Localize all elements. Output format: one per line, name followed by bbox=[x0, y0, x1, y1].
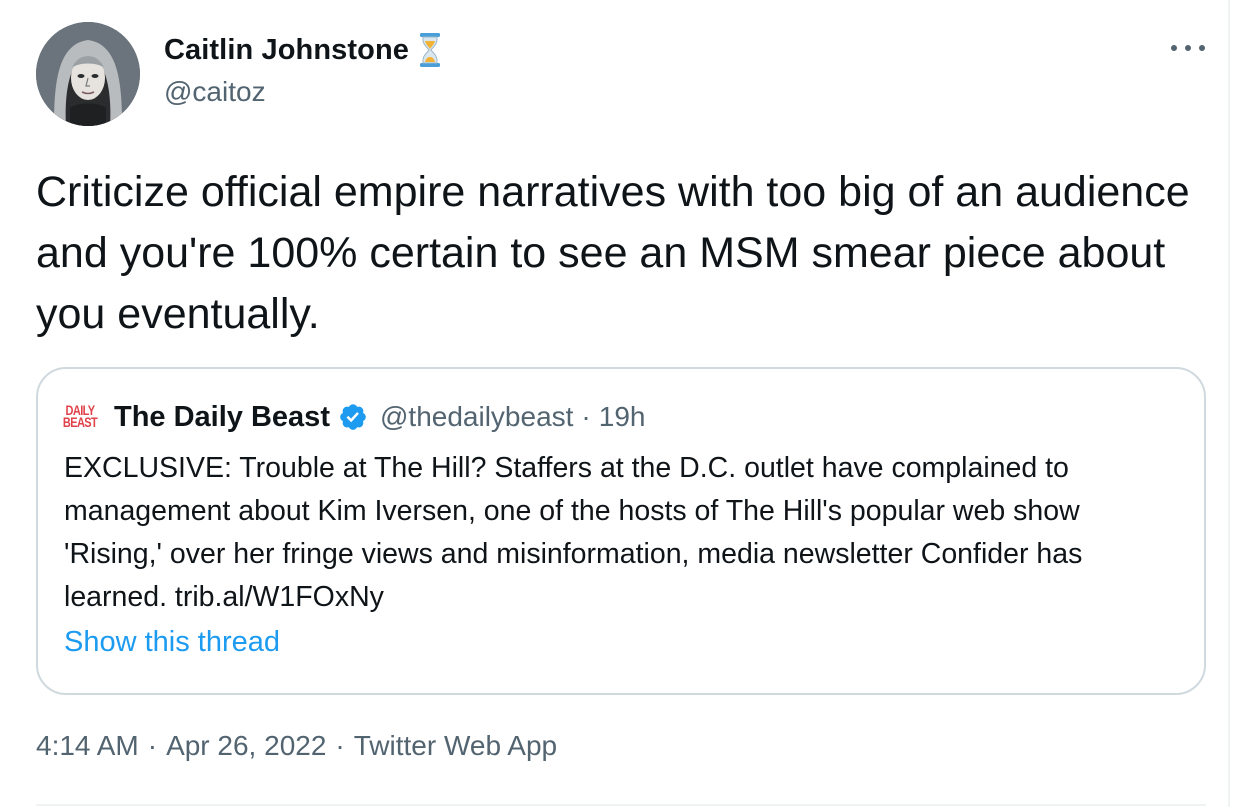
more-options-icon[interactable] bbox=[1171, 38, 1205, 58]
quoted-handle[interactable]: @thedailybeast bbox=[380, 401, 573, 433]
tweet-text: Criticize official empire narratives wit… bbox=[36, 168, 1190, 338]
avatar-portrait bbox=[36, 22, 140, 126]
tweet-source-app[interactable]: Twitter Web App bbox=[354, 730, 557, 762]
meta-separator: · bbox=[147, 730, 158, 761]
verified-badge-icon bbox=[338, 402, 368, 432]
show-thread-link[interactable]: Show this thread bbox=[64, 626, 280, 659]
tweet: Caitlin Johnstone @caitoz Criticize offi… bbox=[0, 0, 1242, 807]
quoted-timestamp[interactable]: 19h bbox=[599, 401, 646, 433]
author-handle[interactable]: @caitoz bbox=[164, 76, 266, 108]
divider bbox=[36, 804, 1206, 806]
divider bbox=[1228, 0, 1230, 807]
daily-beast-logo-icon: DAILY BEAST bbox=[62, 401, 98, 433]
author-display-name[interactable]: Caitlin Johnstone bbox=[164, 34, 409, 67]
meta-separator: · bbox=[335, 730, 345, 761]
author-name-row: Caitlin Johnstone bbox=[164, 32, 441, 68]
avatar[interactable] bbox=[36, 22, 140, 126]
logo-line-2: BEAST bbox=[62, 415, 98, 431]
tweet-time[interactable]: 4:14 AM bbox=[36, 730, 139, 762]
hourglass-icon bbox=[419, 32, 441, 68]
quoted-display-name[interactable]: The Daily Beast bbox=[114, 401, 330, 434]
quoted-tweet-text: EXCLUSIVE: Trouble at The Hill? Staffers… bbox=[64, 452, 1083, 613]
quoted-tweet-header: DAILY BEAST The Daily Beast @thedailybea… bbox=[62, 399, 646, 435]
tweet-date[interactable]: Apr 26, 2022 bbox=[166, 730, 326, 762]
tweet-metadata: 4:14 AM · Apr 26, 2022 · Twitter Web App bbox=[36, 730, 557, 762]
quoted-separator: · bbox=[581, 401, 591, 432]
quoted-tweet-card[interactable]: DAILY BEAST The Daily Beast @thedailybea… bbox=[36, 367, 1206, 695]
